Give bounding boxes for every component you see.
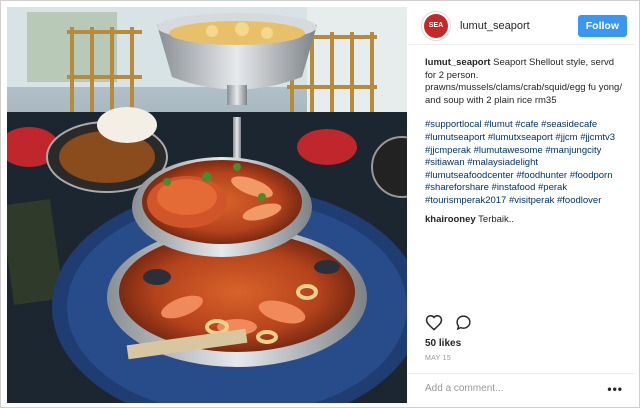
comment-item: khairooney Terbaik.. [425, 214, 625, 227]
comment-text: Terbaik.. [478, 213, 515, 225]
caption-username-link[interactable]: lumut_seaport [425, 57, 490, 68]
caption-body: lumut_seaport Seaport Shellout style, se… [425, 57, 625, 107]
add-comment-bar: ••• [408, 373, 635, 403]
post-sidebar: SEA lumut_seaport Follow lumut_seaport S… [408, 7, 635, 403]
instagram-post-window: SEA lumut_seaport Follow lumut_seaport S… [0, 0, 640, 408]
restaurant-logo-icon: SEA [424, 13, 448, 38]
post-actions [425, 314, 472, 331]
post-caption: lumut_seaport Seaport Shellout style, se… [408, 45, 635, 335]
seafood-tower-image [7, 7, 407, 403]
comment-input[interactable] [425, 383, 595, 394]
post-date: MAY 15 [425, 355, 452, 362]
profile-avatar[interactable]: SEA [421, 10, 451, 41]
hashtag-list[interactable]: #supportlocal #lumut #cafe #seasidecafe … [425, 119, 625, 207]
more-options-icon[interactable]: ••• [607, 382, 623, 396]
post-photo[interactable] [7, 7, 407, 403]
speech-bubble-icon[interactable] [455, 314, 472, 331]
follow-button[interactable]: Follow [577, 14, 627, 37]
heart-icon[interactable] [425, 314, 443, 331]
username-link[interactable]: lumut_seaport [460, 20, 530, 32]
comment-username-link[interactable]: khairooney [425, 214, 476, 225]
like-count[interactable]: 50 likes [425, 338, 461, 349]
post-header: SEA lumut_seaport Follow [408, 7, 635, 45]
